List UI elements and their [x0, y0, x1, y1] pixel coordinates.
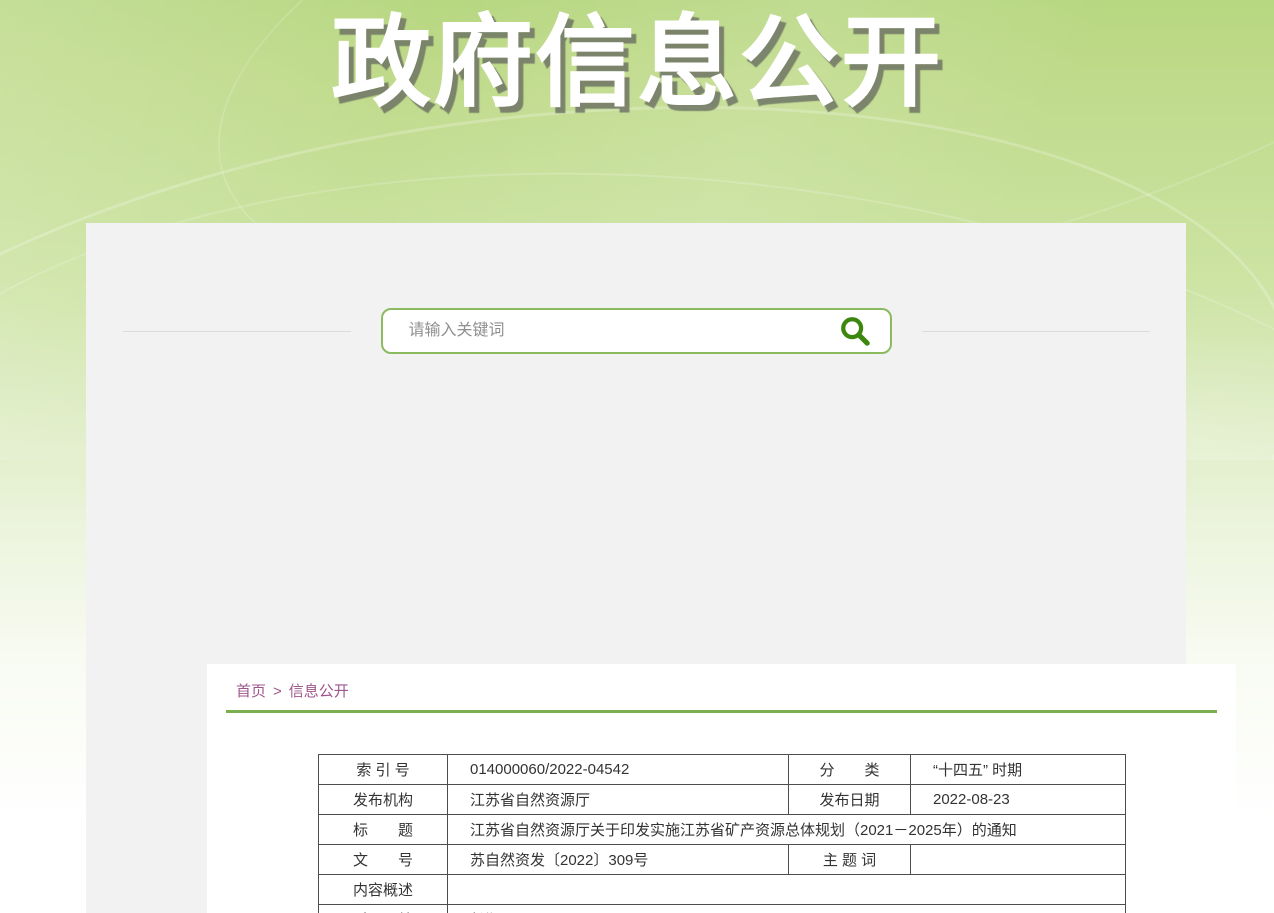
breadcrumb: 首页 > 信息公开	[236, 680, 349, 701]
subject-words-label: 主 题 词	[789, 845, 911, 875]
search-input[interactable]	[383, 311, 832, 351]
index-number-value: 014000060/2022-04542	[448, 755, 789, 785]
validity-value: 长期	[448, 905, 1126, 913]
breadcrumb-underline	[226, 710, 1217, 713]
page-title: 政府信息公开	[0, 6, 1274, 121]
validity-label: 时 效	[319, 905, 448, 913]
publishing-agency-value: 江苏省自然资源厅	[448, 785, 789, 815]
classification-value: “十四五” 时期	[911, 755, 1126, 785]
publishing-agency-label: 发布机构	[319, 785, 448, 815]
right-divider-line	[922, 331, 1150, 332]
document-number-value: 苏自然资发〔2022〕309号	[448, 845, 789, 875]
table-row-title: 标 题 江苏省自然资源厅关于印发实施江苏省矿产资源总体规划（2021－2025年…	[319, 815, 1126, 845]
doc-title-value: 江苏省自然资源厅关于印发实施江苏省矿产资源总体规划（2021－2025年）的通知	[448, 815, 1126, 845]
breadcrumb-separator: >	[273, 683, 282, 700]
content-panel: 首页 > 信息公开 索 引 号 014000060/2022-04542 分 类 “…	[86, 223, 1186, 913]
doc-title-label: 标 题	[319, 815, 448, 845]
search-icon	[838, 314, 872, 348]
table-row-index: 索 引 号 014000060/2022-04542 分 类 “十四五” 时期	[319, 755, 1126, 785]
search-box	[381, 308, 892, 354]
table-row-docnumber: 文 号 苏自然资发〔2022〕309号 主 题 词	[319, 845, 1126, 875]
index-number-label: 索 引 号	[319, 755, 448, 785]
page-background: 政府信息公开 首页 > 信息公开	[0, 0, 1274, 913]
classification-label: 分 类	[789, 755, 911, 785]
subject-words-value	[911, 845, 1126, 875]
table-row-summary: 内容概述	[319, 875, 1126, 905]
content-summary-value	[448, 875, 1126, 905]
table-row-agency: 发布机构 江苏省自然资源厅 发布日期 2022-08-23	[319, 785, 1126, 815]
breadcrumb-current-link[interactable]: 信息公开	[289, 683, 349, 700]
breadcrumb-home-link[interactable]: 首页	[236, 683, 266, 700]
document-meta-table: 索 引 号 014000060/2022-04542 分 类 “十四五” 时期 …	[318, 754, 1126, 913]
publish-date-value: 2022-08-23	[911, 785, 1126, 815]
table-row-validity: 时 效 长期	[319, 905, 1126, 913]
document-number-label: 文 号	[319, 845, 448, 875]
search-section	[86, 308, 1186, 354]
left-divider-line	[123, 331, 351, 332]
publish-date-label: 发布日期	[789, 785, 911, 815]
content-summary-label: 内容概述	[319, 875, 448, 905]
search-button[interactable]	[832, 314, 890, 348]
inner-panel: 首页 > 信息公开 索 引 号 014000060/2022-04542 分 类 “…	[207, 664, 1236, 913]
